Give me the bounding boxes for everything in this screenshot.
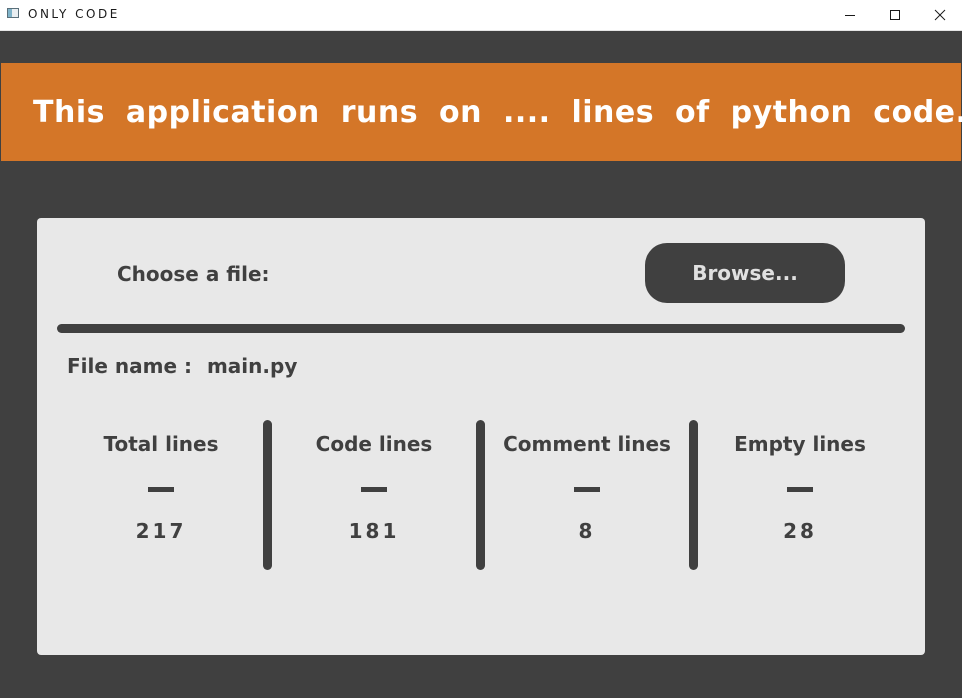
stat-code-lines: Code lines 181	[279, 431, 469, 544]
close-icon	[934, 9, 946, 21]
stat-dash	[361, 487, 387, 492]
stat-title: Comment lines	[503, 432, 671, 456]
choose-file-label: Choose a file:	[117, 262, 270, 286]
stat-value: 217	[135, 519, 187, 543]
stat-dash	[574, 487, 600, 492]
stat-total-lines: Total lines 217	[66, 431, 256, 544]
stat-title: Empty lines	[734, 432, 866, 456]
maximize-icon	[890, 10, 900, 20]
column-separator	[263, 420, 272, 570]
maximize-button[interactable]	[872, 0, 918, 30]
header-banner: This application runs on .... lines of p…	[1, 63, 962, 161]
main-panel: Choose a file: Browse... File name : mai…	[37, 218, 925, 655]
stat-value: 181	[348, 519, 400, 543]
column-separator	[689, 420, 698, 570]
close-button[interactable]	[917, 0, 962, 30]
stat-dash	[148, 487, 174, 492]
divider	[57, 324, 905, 333]
app-icon	[7, 8, 19, 18]
window-title: ONLY CODE	[28, 7, 120, 21]
stat-comment-lines: Comment lines 8	[492, 431, 682, 544]
title-bar: ONLY CODE	[0, 0, 962, 31]
file-name-label: File name :	[67, 354, 192, 378]
column-separator	[476, 420, 485, 570]
banner-text: This application runs on .... lines of p…	[33, 95, 962, 130]
file-name-row: File name : main.py	[67, 353, 297, 379]
stat-empty-lines: Empty lines 28	[705, 431, 895, 544]
stat-title: Code lines	[315, 432, 433, 456]
stat-value: 28	[783, 519, 817, 543]
file-name-value: main.py	[206, 354, 298, 378]
stat-value: 8	[578, 519, 596, 543]
stat-dash	[787, 487, 813, 492]
minimize-button[interactable]	[827, 0, 873, 30]
browse-button[interactable]: Browse...	[645, 243, 845, 303]
minimize-icon	[845, 15, 855, 16]
stat-title: Total lines	[103, 432, 219, 456]
